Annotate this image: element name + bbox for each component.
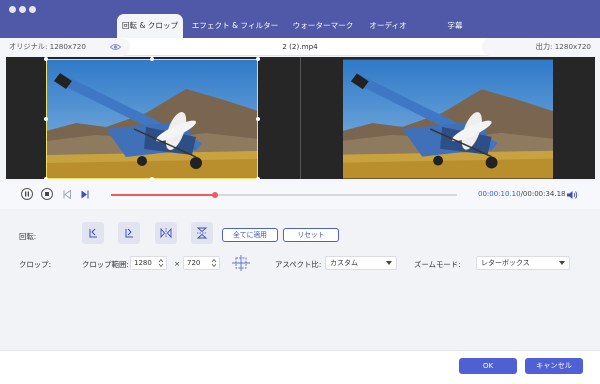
crop-frame[interactable] xyxy=(46,59,258,179)
crop-handle-left[interactable] xyxy=(44,117,48,121)
next-frame-icon[interactable] xyxy=(81,190,89,199)
output-resolution-text: 出力: 1280x720 xyxy=(535,42,591,51)
flip-vertical-icon xyxy=(196,227,208,239)
times-sign: × xyxy=(174,259,181,268)
crop-label: クロップ: xyxy=(19,260,52,269)
aspect-ratio-select[interactable]: カスタム xyxy=(325,256,397,270)
original-resolution-text: オリジナル: 1280x720 xyxy=(9,42,86,51)
editor-window: 回転 & クロップ エフェクト & フィルター ウォーターマーク オーディオ 字… xyxy=(0,0,600,384)
flip-horizontal-button[interactable] xyxy=(155,222,177,244)
time-readout: 00:00:10.10/00:00:34.18 xyxy=(478,190,566,198)
volume-icon[interactable] xyxy=(566,190,578,200)
progress-track[interactable] xyxy=(111,192,457,198)
rotate-right-button[interactable] xyxy=(118,222,140,244)
tab-watermark[interactable]: ウォーターマーク xyxy=(288,14,358,38)
playback-bar: 00:00:10.10/00:00:34.18 xyxy=(0,181,600,209)
progress-fill xyxy=(111,194,215,196)
aspect-ratio-value: カスタム xyxy=(330,259,358,267)
rotate-right-icon xyxy=(125,228,133,238)
current-time: 00:00:10.10 xyxy=(478,190,521,198)
pause-button[interactable] xyxy=(21,188,33,200)
zoom-mode-label: ズームモード: xyxy=(414,260,461,269)
previous-frame-icon[interactable] xyxy=(63,190,71,199)
crop-width-input[interactable]: 1280 xyxy=(130,256,167,270)
progress-knob[interactable] xyxy=(211,192,218,198)
file-name: 2 (2).mp4 xyxy=(282,42,318,51)
minimize-window-button[interactable] xyxy=(19,6,26,13)
crop-handle-right[interactable] xyxy=(256,117,260,121)
ok-button[interactable]: OK xyxy=(459,358,517,374)
crop-height-value: 720 xyxy=(187,259,201,267)
flip-vertical-button[interactable] xyxy=(191,222,213,244)
tab-effects-filters[interactable]: エフェクト & フィルター xyxy=(190,14,280,38)
stop-button[interactable] xyxy=(41,188,53,200)
stepper-icon[interactable] xyxy=(211,258,217,268)
stepper-icon[interactable] xyxy=(158,258,164,268)
total-time: /00:00:34.18 xyxy=(520,190,566,198)
crop-handle-top-left[interactable] xyxy=(44,57,48,61)
rotate-left-button[interactable] xyxy=(82,222,104,244)
output-resolution: 出力: 1280x720 xyxy=(482,38,600,56)
crop-handle-top[interactable] xyxy=(150,57,154,61)
zoom-mode-value: レターボックス xyxy=(481,259,530,267)
tab-subtitles[interactable]: 字幕 xyxy=(440,14,470,38)
eye-icon[interactable] xyxy=(110,43,121,51)
settings-panel: 回転: 全てに適用 リセット クロップ: クロップ範囲: 1280 × 720 … xyxy=(0,210,600,350)
reset-button[interactable]: リセット xyxy=(283,228,339,242)
close-window-button[interactable] xyxy=(9,6,16,13)
pause-icon xyxy=(25,191,29,197)
flip-horizontal-icon xyxy=(160,227,172,239)
rotate-left-icon xyxy=(89,228,97,238)
chevron-down-icon xyxy=(559,261,565,265)
tab-audio[interactable]: オーディオ xyxy=(365,14,411,38)
center-crop-icon[interactable] xyxy=(231,254,251,272)
crop-handle-top-right[interactable] xyxy=(256,57,260,61)
cancel-button[interactable]: キャンセル xyxy=(525,358,583,374)
crop-range-label: クロップ範囲: xyxy=(82,260,129,269)
crop-height-input[interactable]: 720 xyxy=(183,256,220,270)
zoom-mode-select[interactable]: レターボックス xyxy=(476,256,570,270)
output-preview-image xyxy=(343,59,553,179)
apply-to-all-button[interactable]: 全てに適用 xyxy=(222,228,278,242)
info-bar: オリジナル: 1280x720 2 (2).mp4 出力: 1280x720 xyxy=(0,38,600,56)
rotation-label: 回転: xyxy=(19,232,37,241)
crop-width-value: 1280 xyxy=(134,259,152,267)
aspect-ratio-label: アスペクト比: xyxy=(275,260,322,269)
zoom-window-button[interactable] xyxy=(29,6,36,13)
title-bar: 回転 & クロップ エフェクト & フィルター ウォーターマーク オーディオ 字… xyxy=(0,0,600,38)
chevron-down-icon xyxy=(386,261,392,265)
preview-divider xyxy=(300,57,301,179)
tab-rotate-crop[interactable]: 回転 & クロップ xyxy=(117,14,183,38)
footer: OK キャンセル xyxy=(0,350,600,384)
tab-bar: 回転 & クロップ エフェクト & フィルター ウォーターマーク オーディオ 字… xyxy=(0,14,600,38)
stop-icon xyxy=(45,192,49,196)
